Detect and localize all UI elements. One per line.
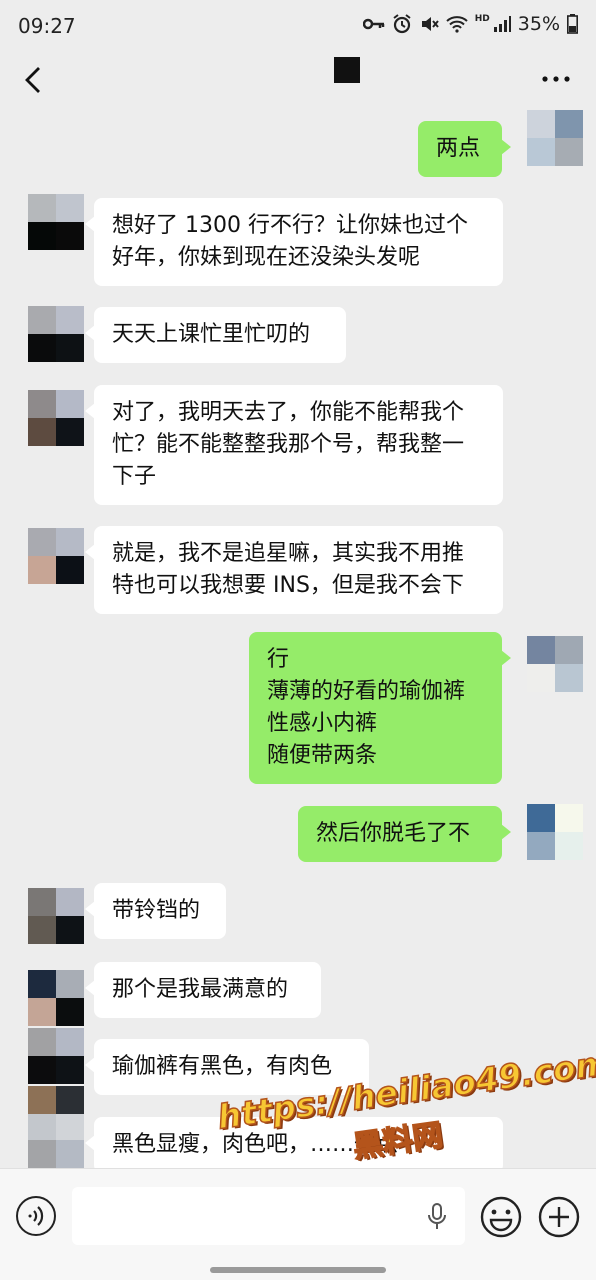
avatar[interactable] <box>527 804 583 860</box>
emoji-icon[interactable] <box>480 1196 522 1238</box>
chat-area[interactable]: 两点想好了 1300 行不行？让你妹也过个 好年，你妹到现在还没染头发呢天天上课… <box>0 110 596 1168</box>
message-bubble[interactable]: 行 薄薄的好看的瑜伽裤 性感小内裤 随便带两条 <box>249 632 511 784</box>
message-bubble[interactable]: 带铃铛的 <box>85 883 226 939</box>
mic-icon[interactable] <box>426 1203 448 1231</box>
signal-icon <box>493 16 511 32</box>
alarm-icon <box>393 14 411 34</box>
wifi-icon <box>446 16 468 33</box>
avatar[interactable] <box>28 194 84 250</box>
status-time: 09:27 <box>18 14 76 38</box>
message-bubble[interactable]: 想好了 1300 行不行？让你妹也过个 好年，你妹到现在还没染头发呢 <box>85 198 503 286</box>
message-input[interactable] <box>72 1187 465 1245</box>
voice-icon <box>28 1206 44 1226</box>
key-icon <box>362 18 384 30</box>
avatar[interactable] <box>28 970 84 1026</box>
status-icons: HD 35% <box>362 13 578 35</box>
message-bubble[interactable]: 然后你脱毛了不 <box>298 806 511 862</box>
battery-icon <box>567 14 578 34</box>
message-bubble[interactable]: 两点 <box>418 121 511 177</box>
input-bar <box>0 1168 596 1280</box>
plus-icon[interactable] <box>538 1196 580 1238</box>
status-bar: 09:27 HD 35% <box>0 0 596 54</box>
message-bubble[interactable]: 就是，我不是追星嘛，其实我不用推 特也可以我想要 INS，但是我不会下 <box>85 526 503 614</box>
message-bubble[interactable]: 天天上课忙里忙叨的 <box>85 307 346 363</box>
avatar[interactable] <box>28 1140 84 1168</box>
voice-button[interactable] <box>16 1196 56 1236</box>
home-indicator <box>210 1267 386 1273</box>
avatar[interactable] <box>28 528 84 584</box>
more-icon[interactable] <box>542 76 570 82</box>
avatar[interactable] <box>527 636 583 692</box>
chat-title-redacted <box>334 57 360 83</box>
battery-percent: 35% <box>517 13 560 35</box>
avatar[interactable] <box>527 110 583 166</box>
message-bubble[interactable]: 那个是我最满意的 <box>85 962 321 1018</box>
message-bubble[interactable]: 黑色显瘦，肉色吧，……一点 <box>85 1117 503 1168</box>
back-arrow-icon[interactable] <box>22 66 46 94</box>
hd-label: HD <box>474 14 490 24</box>
mute-icon <box>421 17 439 31</box>
avatar[interactable] <box>28 1086 84 1142</box>
avatar[interactable] <box>28 390 84 446</box>
chat-header <box>0 54 596 110</box>
avatar[interactable] <box>28 1028 84 1084</box>
message-bubble[interactable]: 对了，我明天去了，你能不能帮我个 忙？能不能整整我那个号，帮我整一 下子 <box>85 385 503 505</box>
avatar[interactable] <box>28 888 84 944</box>
avatar[interactable] <box>28 306 84 362</box>
message-bubble[interactable]: 瑜伽裤有黑色，有肉色 <box>85 1039 369 1095</box>
